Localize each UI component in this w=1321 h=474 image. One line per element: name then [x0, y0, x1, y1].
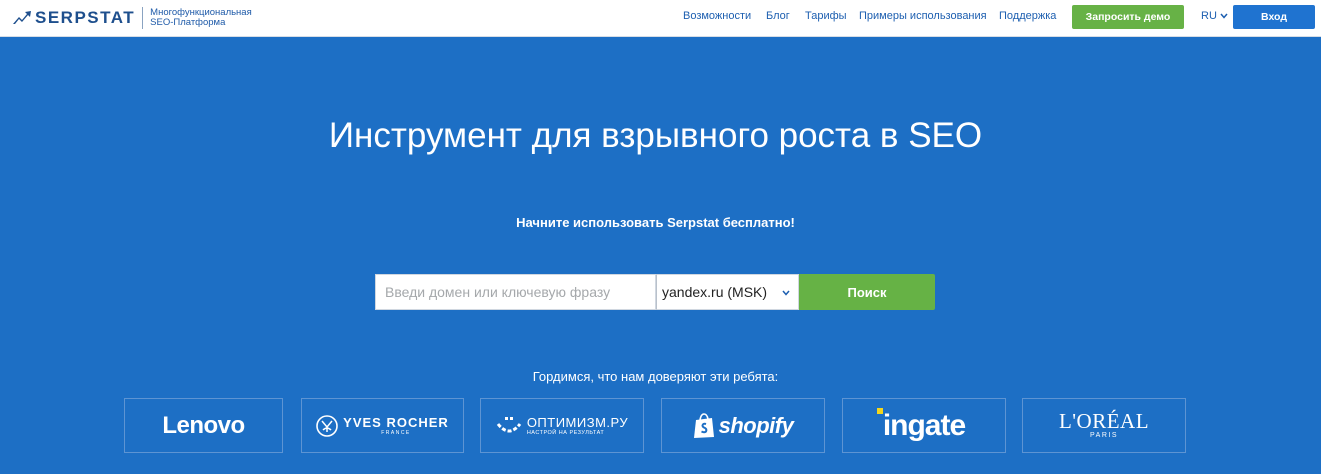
search-engine-value: yandex.ru (MSK) — [662, 284, 768, 300]
client-yves-rocher: YVES ROCHER FRANCE — [301, 398, 464, 453]
client-optimizm: ОПТИМИЗМ.РУ НАСТРОЙ НА РЕЗУЛЬТАТ — [480, 398, 644, 453]
yves-rocher-sub: FRANCE — [381, 430, 411, 436]
client-ingate: ingate — [842, 398, 1006, 453]
hero-subtitle: Начните использовать Serpstat бесплатно! — [516, 215, 795, 230]
chevron-down-icon — [1220, 13, 1228, 19]
shopify-logo: shopify — [718, 412, 794, 438]
logo-arrow-icon — [13, 11, 31, 24]
search-button[interactable]: Поиск — [799, 274, 935, 310]
chevron-down-icon — [782, 290, 790, 296]
logo-divider — [142, 7, 144, 29]
nav-use-cases[interactable]: Примеры использования — [859, 10, 987, 22]
lenovo-logo: Lenovo — [162, 411, 245, 439]
optimizm-sub: НАСТРОЙ НА РЕЗУЛЬТАТ — [526, 430, 605, 436]
optimizm-logo: ОПТИМИЗМ.РУ НАСТРОЙ НА РЕЗУЛЬТАТ — [527, 415, 628, 436]
search-engine-select[interactable]: yandex.ru (MSK) — [656, 274, 799, 310]
nav-support[interactable]: Поддержка — [999, 10, 1056, 22]
optimizm-smile-icon — [496, 416, 521, 432]
nav-pricing[interactable]: Тарифы — [805, 10, 847, 22]
ingate-logo: ingate — [882, 408, 966, 442]
trusted-by-text: Гордимся, что нам доверяют эти ребята: — [532, 369, 779, 384]
login-button[interactable]: Вход — [1233, 5, 1315, 29]
logo-tagline: Многофункциональная SEO-Платформа — [150, 7, 252, 28]
yves-rocher-wordmark: YVES ROCHER — [343, 415, 449, 430]
top-header: SERPSTAT Многофункциональная SEO-Платфор… — [0, 0, 1321, 37]
yves-rocher-logo: YVES ROCHER FRANCE — [343, 415, 449, 436]
loreal-logo: L'ORÉAL — [1058, 409, 1150, 433]
request-demo-button[interactable]: Запросить демо — [1072, 5, 1184, 29]
logo-text: SERPSTAT — [35, 8, 136, 27]
nav-features[interactable]: Возможности — [683, 10, 751, 22]
search-input[interactable] — [375, 274, 656, 310]
language-label: RU — [1201, 10, 1217, 22]
client-shopify: shopify — [661, 398, 825, 453]
client-loreal: L'ORÉAL PARIS — [1022, 398, 1186, 453]
client-lenovo: Lenovo — [124, 398, 283, 453]
yves-rocher-emblem-icon — [316, 414, 338, 437]
hero-title: Инструмент для взрывного роста в SEO — [328, 116, 983, 155]
language-selector[interactable]: RU — [1201, 10, 1228, 22]
loreal-sub: PARIS — [1090, 432, 1118, 439]
serpstat-logo[interactable]: SERPSTAT Многофункциональная SEO-Платфор… — [13, 7, 270, 29]
nav-blog[interactable]: Блог — [766, 10, 790, 22]
shopify-bag-icon — [693, 412, 714, 438]
ingate-accent-icon — [877, 408, 883, 414]
optimizm-wordmark: ОПТИМИЗМ.РУ — [526, 415, 629, 430]
